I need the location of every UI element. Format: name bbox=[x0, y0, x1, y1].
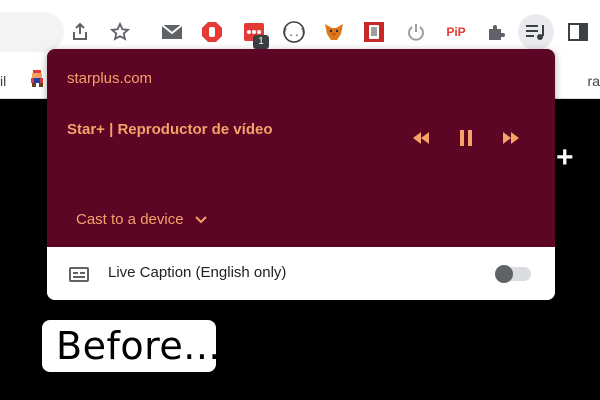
fast-forward-icon bbox=[503, 132, 519, 144]
json-braces-icon[interactable]: {..} bbox=[282, 20, 306, 44]
cast-to-device-button[interactable]: Cast to a device bbox=[76, 211, 208, 228]
chevron-down-icon bbox=[194, 215, 207, 223]
cast-label: Cast to a device bbox=[76, 211, 184, 228]
bookmark-left-text[interactable]: il bbox=[0, 73, 6, 89]
mario-favicon-icon[interactable] bbox=[28, 69, 48, 89]
live-caption-toggle[interactable] bbox=[495, 265, 531, 283]
tablet-icon[interactable] bbox=[362, 20, 386, 44]
extension-badge: 1 bbox=[253, 35, 269, 49]
before-label: Before... bbox=[42, 320, 220, 372]
star-icon[interactable] bbox=[108, 20, 132, 44]
puzzle-icon[interactable] bbox=[484, 20, 508, 44]
pause-button[interactable] bbox=[454, 126, 478, 150]
fast-forward-button[interactable] bbox=[499, 126, 523, 150]
bookmark-right-text[interactable]: ra bbox=[588, 73, 600, 89]
live-caption-label: Live Caption (English only) bbox=[108, 264, 287, 281]
pip-label: PiP bbox=[446, 25, 466, 39]
pip-icon[interactable]: PiP bbox=[444, 20, 468, 44]
metamask-fox-icon[interactable] bbox=[322, 20, 346, 44]
rewind-icon bbox=[413, 132, 429, 144]
media-queue-icon[interactable] bbox=[524, 20, 548, 44]
share-icon[interactable] bbox=[68, 20, 92, 44]
address-bar[interactable] bbox=[0, 12, 64, 52]
power-icon[interactable] bbox=[404, 20, 428, 44]
svg-text:{..}: {..} bbox=[282, 28, 306, 39]
media-controls-popup: starplus.com Star+ | Reproductor de víde… bbox=[47, 49, 555, 300]
media-title: Star+ | Reproductor de vídeo bbox=[67, 121, 273, 138]
stop-hand-icon[interactable] bbox=[200, 20, 224, 44]
add-icon[interactable]: + bbox=[556, 143, 574, 173]
rewind-button[interactable] bbox=[409, 126, 433, 150]
live-caption-row: Live Caption (English only) bbox=[47, 247, 555, 300]
media-site: starplus.com bbox=[67, 70, 153, 87]
side-panel-icon[interactable] bbox=[566, 20, 590, 44]
toggle-knob bbox=[495, 265, 513, 283]
media-card: starplus.com Star+ | Reproductor de víde… bbox=[47, 49, 555, 247]
mail-icon[interactable] bbox=[160, 20, 184, 44]
pause-icon bbox=[460, 130, 472, 146]
captions-icon bbox=[69, 267, 89, 282]
